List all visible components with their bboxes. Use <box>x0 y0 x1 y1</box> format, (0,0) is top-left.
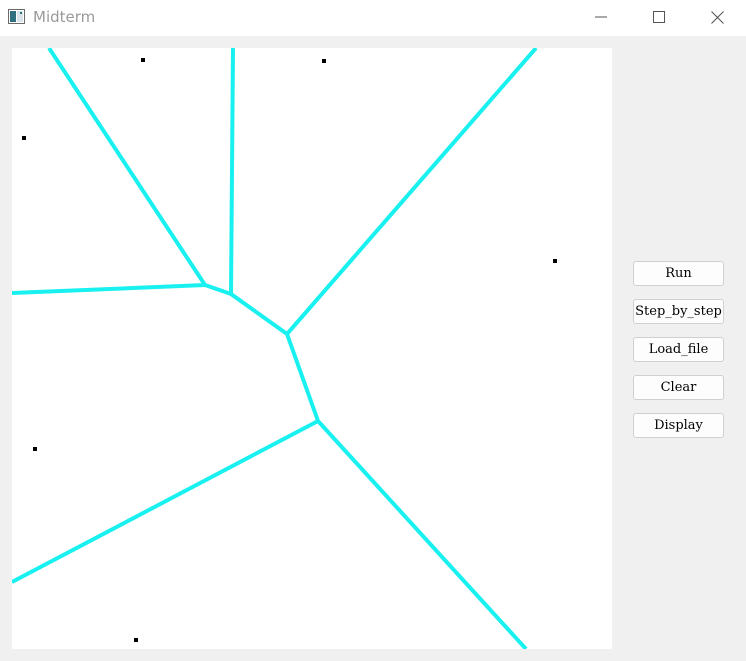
voronoi-edge <box>204 283 232 296</box>
app-window-icon <box>8 9 25 24</box>
run-button[interactable]: Run <box>633 261 724 286</box>
site-point <box>553 259 557 263</box>
maximize-button[interactable] <box>636 0 682 34</box>
window-title: Midterm <box>33 8 96 26</box>
clear-button[interactable]: Clear <box>633 375 724 400</box>
load-file-button[interactable]: Load_file <box>633 337 724 362</box>
site-point <box>33 447 37 451</box>
display-button[interactable]: Display <box>633 413 724 438</box>
voronoi-edge <box>12 419 319 584</box>
close-icon <box>711 11 724 24</box>
voronoi-edge <box>229 48 235 295</box>
site-point <box>141 58 145 62</box>
voronoi-edge <box>12 283 206 295</box>
app-window: Midterm Run Step_by_step Load_file Clear… <box>0 0 746 661</box>
title-bar[interactable]: Midterm <box>0 0 746 36</box>
site-point <box>134 638 138 642</box>
drawing-canvas[interactable] <box>12 48 612 649</box>
maximize-icon <box>653 11 665 23</box>
step-by-step-button[interactable]: Step_by_step <box>633 299 724 324</box>
site-point <box>22 136 26 140</box>
minimize-icon <box>595 16 607 18</box>
voronoi-edge <box>316 419 528 649</box>
site-point <box>322 59 326 63</box>
voronoi-diagram <box>12 48 557 649</box>
voronoi-edge <box>285 48 538 336</box>
voronoi-edge <box>47 48 207 287</box>
minimize-button[interactable] <box>578 0 624 34</box>
voronoi-edge <box>285 333 320 422</box>
voronoi-edge <box>229 292 289 336</box>
close-button[interactable] <box>694 0 740 34</box>
